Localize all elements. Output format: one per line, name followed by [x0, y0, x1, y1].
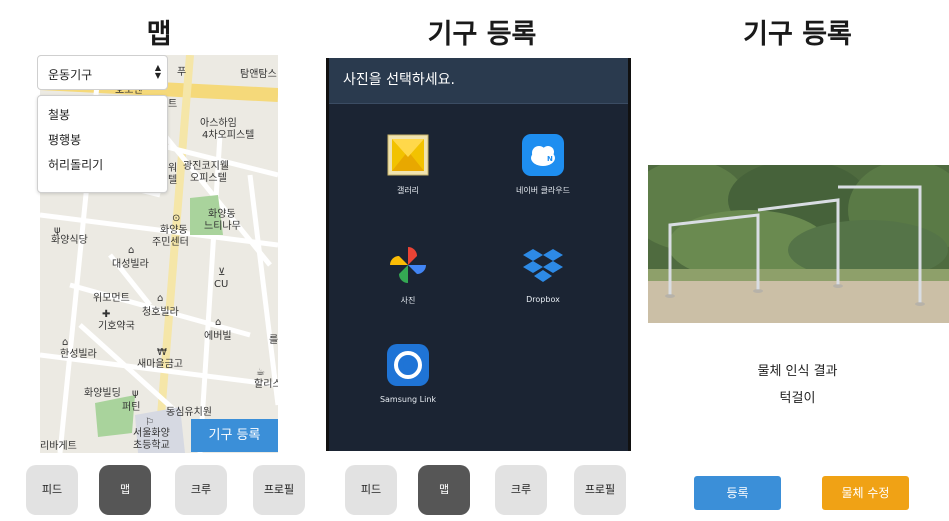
- photo-source-dialog: 사진을 선택하세요. 갤러리 N 네이버 클라우드 사진 Dropbox Sam…: [326, 58, 631, 451]
- detection-result-value: 턱걸이: [779, 391, 816, 406]
- dropdown-option[interactable]: 허리돌리기: [38, 153, 167, 178]
- dropdown-option[interactable]: 철봉: [38, 103, 167, 128]
- map-label: 한성빌라: [60, 349, 97, 360]
- detection-result-screen: 기구 등록 물체 인식 결과 턱걸이 등록 물체 수정: [646, 0, 949, 521]
- map-label: 4차오피스텔: [202, 130, 255, 141]
- app-label: 네이버 클라우드: [515, 186, 571, 195]
- samsung-link-icon: [386, 343, 430, 387]
- app-photos[interactable]: 사진: [348, 243, 468, 306]
- app-naver-cloud[interactable]: N 네이버 클라우드: [483, 133, 603, 196]
- restaurant-icon: ψ: [132, 388, 139, 399]
- nav-map[interactable]: 맵: [418, 465, 470, 515]
- equipment-type-select[interactable]: 운동기구 ▲ ▼: [37, 55, 168, 90]
- map-label: 트: [168, 99, 178, 110]
- map-label: 아스하임: [200, 118, 237, 129]
- nav-crew[interactable]: 크루: [175, 465, 227, 515]
- page-title: 맵: [146, 19, 172, 50]
- pharmacy-icon: ✚: [102, 309, 111, 320]
- map-label: 푸: [177, 67, 187, 78]
- page-title: 기구 등록: [743, 19, 852, 50]
- map-label: 퍼틴: [122, 402, 141, 413]
- map-label: 서울화양: [133, 428, 170, 439]
- gallery-icon: [386, 133, 430, 177]
- select-value: 운동기구: [48, 68, 93, 82]
- photo-picker-screen: 기구 등록 사진을 선택하세요. 갤러리 N 네이버 클라우드 사진 Dropb…: [318, 0, 646, 521]
- map-label: 오피스텔: [190, 173, 227, 184]
- map-label: CU: [214, 279, 229, 290]
- map-label: 탐앤탐스: [240, 69, 277, 80]
- edit-object-button[interactable]: 물체 수정: [822, 476, 909, 510]
- map-label: 화양동: [208, 209, 236, 220]
- app-label: 갤러리: [396, 186, 420, 195]
- map-label: 화양식당: [51, 235, 88, 246]
- map-label: 화양동: [160, 225, 188, 236]
- map-label: 워: [168, 163, 178, 174]
- nav-feed[interactable]: 피드: [345, 465, 397, 515]
- google-photos-icon: [386, 243, 430, 287]
- updown-arrow-icon: ▲ ▼: [154, 63, 161, 80]
- app-label: 사진: [400, 296, 416, 305]
- map-label: 를: [269, 335, 278, 346]
- map-label: 화양빌딩: [84, 388, 121, 399]
- nav-map[interactable]: 맵: [99, 465, 151, 515]
- map-label: 위모먼트: [93, 293, 130, 304]
- equipment-photo: [648, 165, 949, 323]
- register-equipment-button[interactable]: 기구 등록: [191, 419, 278, 452]
- nav-feed[interactable]: 피드: [26, 465, 78, 515]
- app-dropbox[interactable]: Dropbox: [483, 243, 603, 304]
- map-label: 에버빌: [204, 331, 232, 342]
- nav-profile[interactable]: 프로필: [574, 465, 626, 515]
- building-icon: ⌂: [62, 337, 69, 348]
- app-gallery[interactable]: 갤러리: [348, 133, 468, 196]
- dropbox-icon: [521, 243, 565, 287]
- map-label: 텔: [168, 175, 178, 186]
- register-button[interactable]: 등록: [694, 476, 781, 510]
- dropdown-option[interactable]: 평행봉: [38, 128, 167, 153]
- building-icon: ⌂: [215, 317, 222, 328]
- building-icon: ⌂: [128, 245, 135, 256]
- detection-result-label: 물체 인식 결과: [757, 364, 838, 379]
- map-label: 광진코지웰: [183, 161, 229, 172]
- map-label: 새마을금고: [137, 359, 183, 370]
- app-label: Dropbox: [526, 295, 560, 304]
- map-label: 주민센터: [152, 237, 189, 248]
- nav-crew[interactable]: 크루: [495, 465, 547, 515]
- nav-profile[interactable]: 프로필: [253, 465, 305, 515]
- cafe-icon: ☕: [256, 367, 265, 378]
- building-icon: ⌂: [157, 293, 164, 304]
- app-label: Samsung Link: [379, 395, 437, 404]
- bank-icon: ₩: [157, 347, 167, 358]
- dialog-title: 사진을 선택하세요.: [329, 58, 628, 104]
- map-label: 초등학교: [133, 440, 170, 451]
- map-label: 대성빌라: [112, 259, 149, 270]
- app-samsung-link[interactable]: Samsung Link: [348, 343, 468, 404]
- cart-icon: ⊻: [218, 267, 226, 278]
- map-label: 동심유치원: [166, 407, 212, 418]
- map-screen: 맵 푸 탐앤탐스 호노엔 트 아스하임 4차오피스텔 광진코지웰 오피스텔 워 …: [0, 0, 318, 521]
- map-label: 청호빌라: [142, 307, 179, 318]
- map-label: 리바게트: [40, 441, 77, 452]
- naver-cloud-icon: N: [521, 133, 565, 177]
- equipment-dropdown: 철봉 평행봉 허리돌리기: [37, 95, 168, 193]
- map-label: 할리스: [254, 379, 278, 390]
- page-title: 기구 등록: [427, 19, 537, 50]
- svg-text:N: N: [547, 155, 553, 163]
- map-label: 기호약국: [98, 321, 135, 332]
- map-pin-icon: ⊙: [172, 213, 181, 224]
- map-label: 느티나무: [204, 221, 241, 232]
